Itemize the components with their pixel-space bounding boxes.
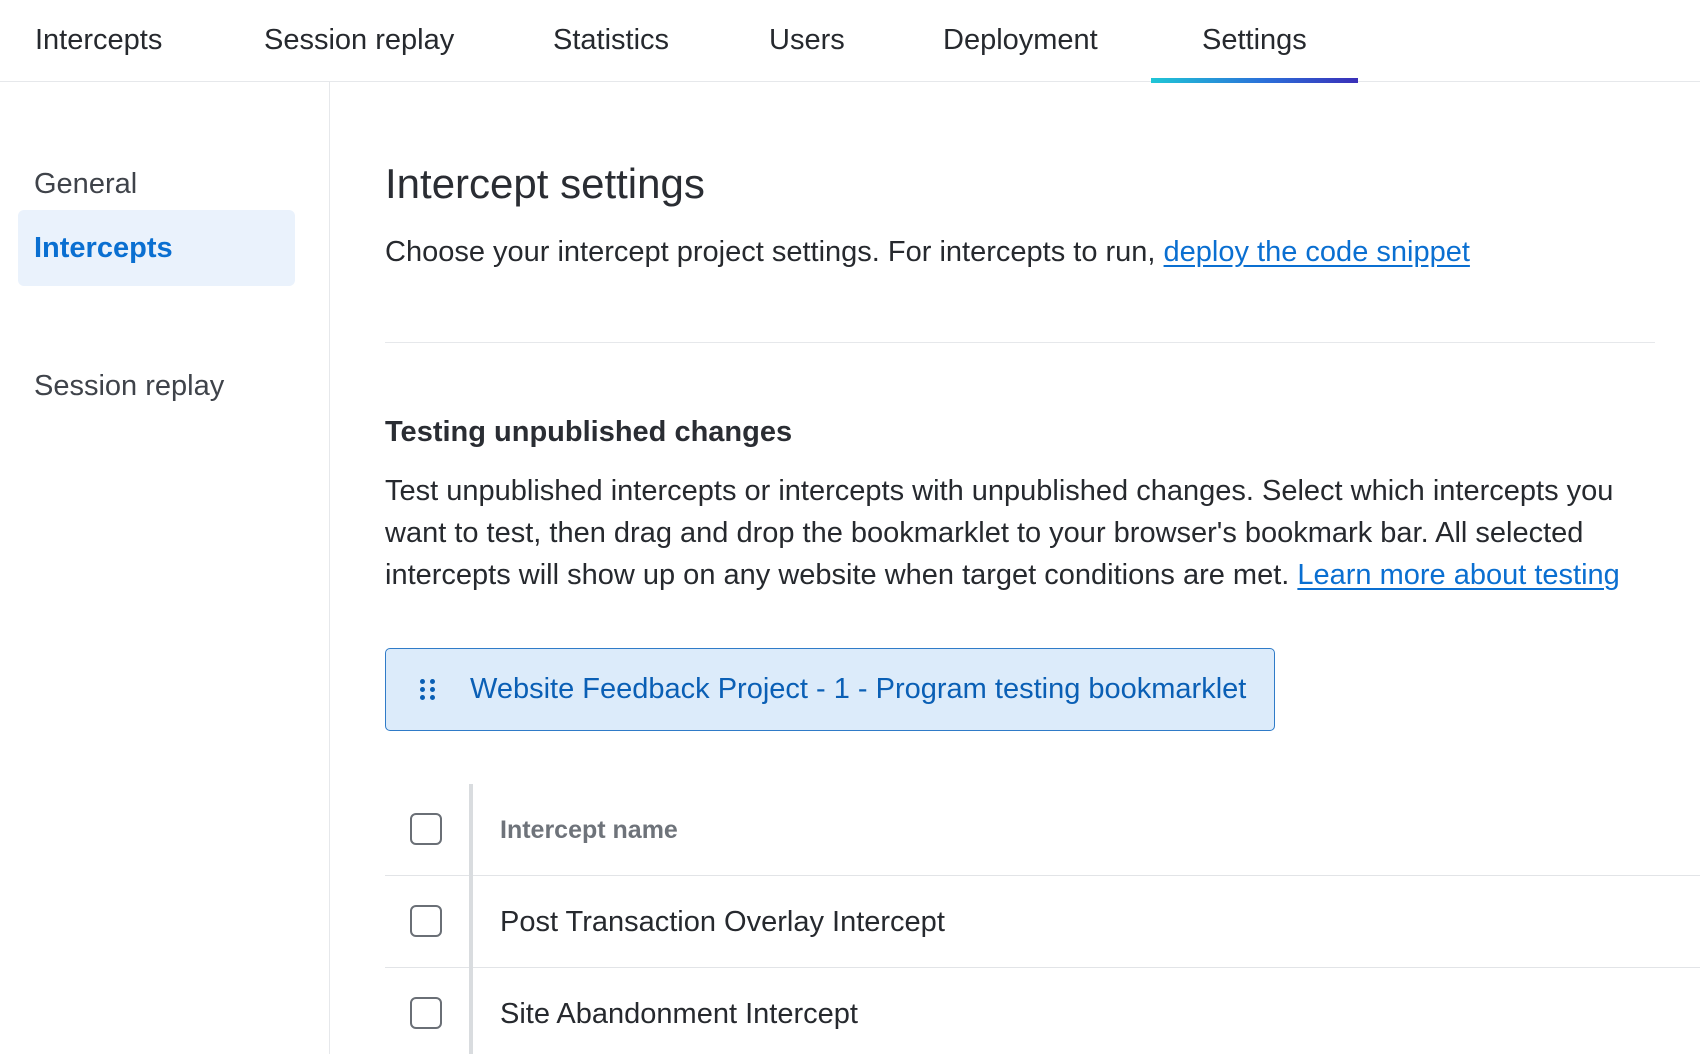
intro-description: Choose your intercept project settings. …: [385, 236, 1164, 268]
intercept-name-cell: Post Transaction Overlay Intercept: [500, 906, 945, 938]
bookmarklet-label: Website Feedback Project - 1 - Program t…: [470, 673, 1247, 705]
table-row: Site Abandonment Intercept: [385, 968, 1700, 1060]
settings-sidebar: General Intercepts Session replay: [0, 82, 330, 1054]
table-column-divider: [469, 784, 473, 1054]
intro-text: Choose your intercept project settings. …: [385, 236, 1470, 269]
testing-desc-text: intercepts will show up on any website w…: [385, 559, 1298, 591]
sidebar-item-intercepts[interactable]: Intercepts: [18, 210, 295, 286]
table-header-row: Intercept name: [385, 784, 1700, 876]
sidebar-item-session-replay[interactable]: Session replay: [18, 348, 295, 424]
top-navigation: Intercepts Session replay Statistics Use…: [0, 0, 1700, 83]
testing-desc-line-last: intercepts will show up on any website w…: [385, 554, 1675, 596]
testing-desc-line: want to test, then drag and drop the boo…: [385, 517, 1584, 549]
select-all-checkbox[interactable]: [410, 813, 442, 845]
tab-deployment[interactable]: Deployment: [943, 0, 1098, 82]
tab-settings[interactable]: Settings: [1151, 0, 1358, 83]
testing-bookmarklet-button[interactable]: Website Feedback Project - 1 - Program t…: [385, 648, 1275, 731]
tab-session-replay[interactable]: Session replay: [264, 0, 454, 82]
testing-section-description: Test unpublished intercepts or intercept…: [385, 470, 1675, 596]
row-checkbox[interactable]: [410, 997, 442, 1029]
row-checkbox[interactable]: [410, 905, 442, 937]
drag-grip-icon: [420, 679, 436, 701]
intercept-name-column-header: Intercept name: [500, 816, 678, 844]
section-divider: [385, 342, 1655, 343]
testing-desc-line: Test unpublished intercepts or intercept…: [385, 475, 1614, 507]
deploy-code-snippet-link[interactable]: deploy the code snippet: [1164, 236, 1470, 268]
tab-intercepts[interactable]: Intercepts: [35, 0, 162, 82]
tab-statistics[interactable]: Statistics: [553, 0, 669, 82]
learn-more-testing-link[interactable]: Learn more about testing: [1297, 559, 1619, 591]
testing-section-title: Testing unpublished changes: [385, 416, 793, 448]
table-row: Post Transaction Overlay Intercept: [385, 876, 1700, 968]
intercept-name-cell: Site Abandonment Intercept: [500, 998, 858, 1030]
page-title: Intercept settings: [385, 160, 705, 207]
tab-users[interactable]: Users: [769, 0, 845, 82]
